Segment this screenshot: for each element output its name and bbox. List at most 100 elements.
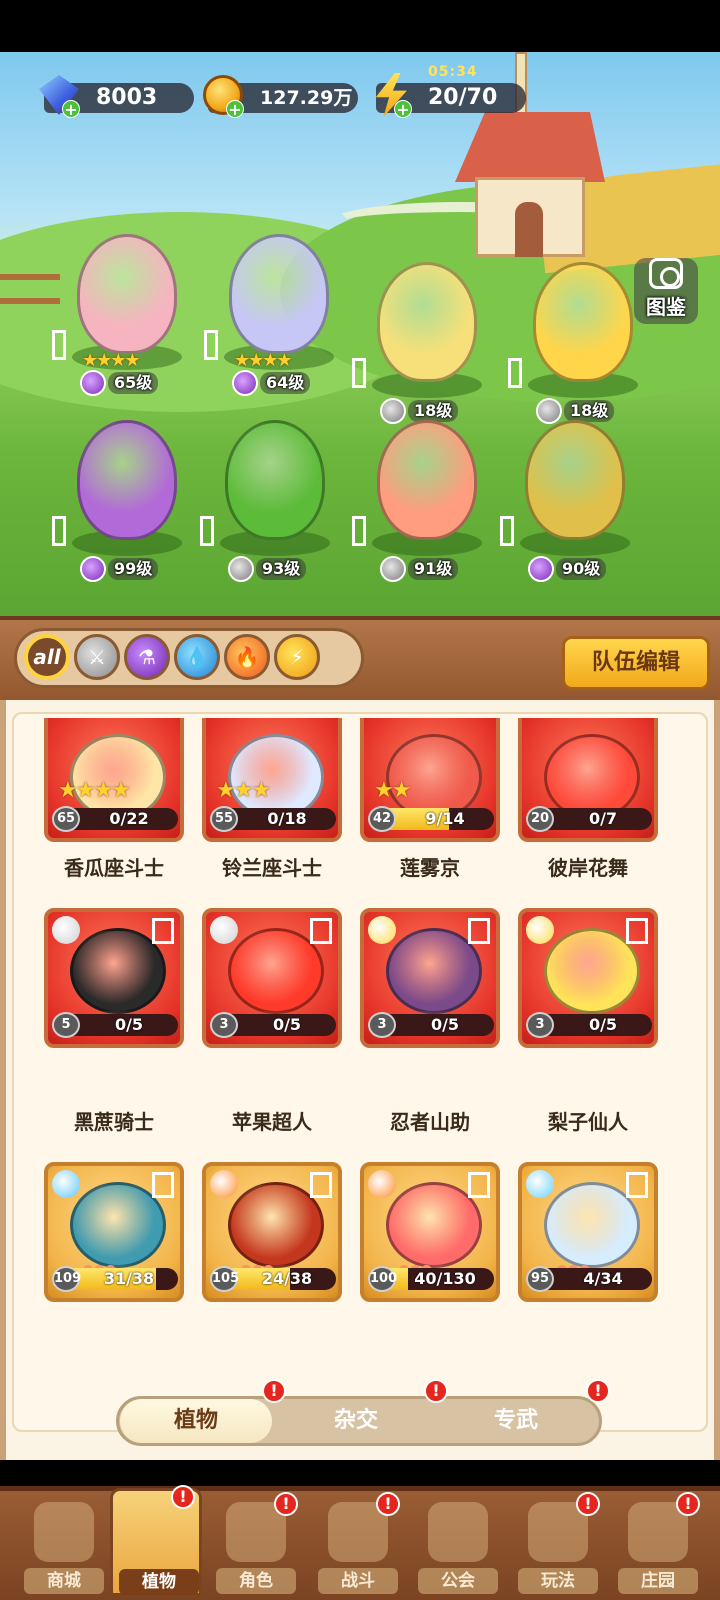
- progress-text: 0/22: [109, 809, 149, 828]
- plant-name: 苹果超人: [232, 1110, 312, 1134]
- nav-label: 角色: [216, 1568, 296, 1594]
- plant-name: 黑蔗骑士: [74, 1110, 154, 1134]
- card-level: 20: [526, 806, 554, 832]
- filter-lightning-icon[interactable]: ⚡: [274, 634, 320, 680]
- plant-card[interactable]: ●●●31/38109: [44, 1162, 184, 1302]
- alert-badge: !: [586, 1379, 610, 1403]
- farmhouse: [455, 92, 605, 257]
- nav-characters[interactable]: 角色!: [210, 1492, 302, 1596]
- alert-badge: !: [676, 1492, 700, 1516]
- element-icon: [210, 1170, 238, 1198]
- sword-icon: [228, 556, 254, 582]
- potion-icon: [232, 370, 258, 396]
- filter-fire-icon[interactable]: 🔥: [224, 634, 270, 680]
- plant-card[interactable]: ★★★★ 0/22 65: [44, 718, 184, 842]
- plant-card[interactable]: 0/5 3: [202, 908, 342, 1048]
- field-hero[interactable]: ★★★★ 65级: [52, 234, 202, 404]
- field-hero[interactable]: 18级: [508, 262, 658, 432]
- plant-card[interactable]: 0/7 20: [518, 718, 658, 842]
- sword-icon: [380, 556, 406, 582]
- plant-name: 香瓜座斗士: [64, 856, 164, 880]
- plant-card[interactable]: ●●●24/38105: [202, 1162, 342, 1302]
- plant-card[interactable]: 0/5 3: [360, 908, 500, 1048]
- element-icon: [52, 1170, 80, 1198]
- hero-level: 18级: [564, 400, 615, 422]
- filter-sword-icon[interactable]: ⚔: [74, 634, 120, 680]
- field-hero[interactable]: 93级: [200, 420, 350, 590]
- grid-icon: [626, 918, 648, 944]
- grid-icon: [52, 330, 66, 360]
- hero-sprite: [77, 420, 177, 540]
- plant-name: 忍者山助: [390, 1110, 470, 1134]
- hero-level-tag: 91级: [380, 556, 459, 582]
- grid-icon: [204, 330, 218, 360]
- plus-icon[interactable]: +: [226, 100, 244, 118]
- field-hero[interactable]: 91级: [352, 420, 502, 590]
- grid-icon: [352, 358, 366, 388]
- alert-badge: !: [171, 1485, 195, 1509]
- nav-shop[interactable]: 商城: [18, 1498, 110, 1596]
- grid-icon: [468, 918, 490, 944]
- alert-badge: !: [274, 1492, 298, 1516]
- tab-hybrid[interactable]: 杂交: [280, 1399, 432, 1443]
- plant-card[interactable]: 0/5 5: [44, 908, 184, 1048]
- plant-card[interactable]: ★★★ 0/18 55: [202, 718, 342, 842]
- progress-text: 0/5: [588, 1015, 618, 1034]
- grid-icon: [52, 516, 66, 546]
- progress-text: 31/38: [103, 1269, 155, 1288]
- grid-icon: [500, 516, 514, 546]
- plant-card[interactable]: ●●●4/3495: [518, 1162, 658, 1302]
- grid-icon: [310, 1172, 332, 1198]
- nav-guild[interactable]: 公会: [412, 1498, 504, 1596]
- hero-level-tag: 90级: [528, 556, 607, 582]
- plant-card[interactable]: 0/5 3: [518, 908, 658, 1048]
- filter-water-drop-icon[interactable]: 💧: [174, 634, 220, 680]
- plus-icon[interactable]: +: [394, 100, 412, 118]
- hero-level: 91级: [408, 558, 459, 580]
- plant-name: 铃兰座斗士: [222, 856, 322, 880]
- plus-icon[interactable]: +: [62, 100, 80, 118]
- filter-potion-icon[interactable]: ⚗: [124, 634, 170, 680]
- tab-exclusive-weapon[interactable]: 专武: [440, 1399, 592, 1443]
- progress-text: 0/7: [588, 809, 618, 828]
- nav-label: 庄园: [618, 1568, 698, 1594]
- nav-battle[interactable]: 战斗!: [312, 1492, 404, 1596]
- energy-counter[interactable]: 20/70 +: [366, 70, 526, 118]
- tab-plants[interactable]: 植物: [120, 1399, 272, 1443]
- nav-gameplay[interactable]: 玩法!: [512, 1492, 604, 1596]
- plant-card[interactable]: ●●●40/130100: [360, 1162, 500, 1302]
- card-level: 55: [210, 806, 238, 832]
- nav-label: 公会: [418, 1568, 498, 1594]
- field-hero[interactable]: 99级: [52, 420, 202, 590]
- hero-level-tag: 64级: [232, 370, 311, 396]
- grid-icon: [310, 918, 332, 944]
- field-hero[interactable]: 18级: [352, 262, 502, 432]
- plant-name: 梨子仙人: [548, 1110, 628, 1134]
- coin-icon: +: [198, 70, 248, 120]
- hero-stars: ★★★★: [82, 350, 141, 371]
- grid-icon: [508, 358, 522, 388]
- nav-plants[interactable]: 植物!: [110, 1485, 202, 1596]
- diamond-icon: +: [34, 70, 84, 120]
- filter-all-button[interactable]: all: [24, 634, 70, 680]
- shop-icon: [34, 1502, 94, 1562]
- potion-icon: [528, 556, 554, 582]
- field-hero[interactable]: 90级: [500, 420, 650, 590]
- hero-sprite: [377, 420, 477, 540]
- gold-counter[interactable]: 127.29万 +: [198, 70, 358, 118]
- card-level: 65: [52, 806, 80, 832]
- hero-level: 64级: [260, 372, 311, 394]
- card-level: 3: [210, 1012, 238, 1038]
- gems-counter[interactable]: 8003 +: [34, 70, 194, 118]
- element-icon: [210, 916, 238, 944]
- card-level: 3: [368, 1012, 396, 1038]
- progress-text: 0/5: [114, 1015, 144, 1034]
- nav-manor[interactable]: 庄园!: [612, 1492, 704, 1596]
- hero-sprite: [377, 262, 477, 382]
- status-bar: [0, 0, 720, 52]
- team-edit-button[interactable]: 队伍编辑: [562, 636, 710, 690]
- hero-stars: ★★★★: [234, 350, 293, 371]
- plant-card[interactable]: ★★ 9/14 42: [360, 718, 500, 842]
- field-hero[interactable]: ★★★★ 64级: [204, 234, 354, 404]
- fence: [0, 274, 60, 304]
